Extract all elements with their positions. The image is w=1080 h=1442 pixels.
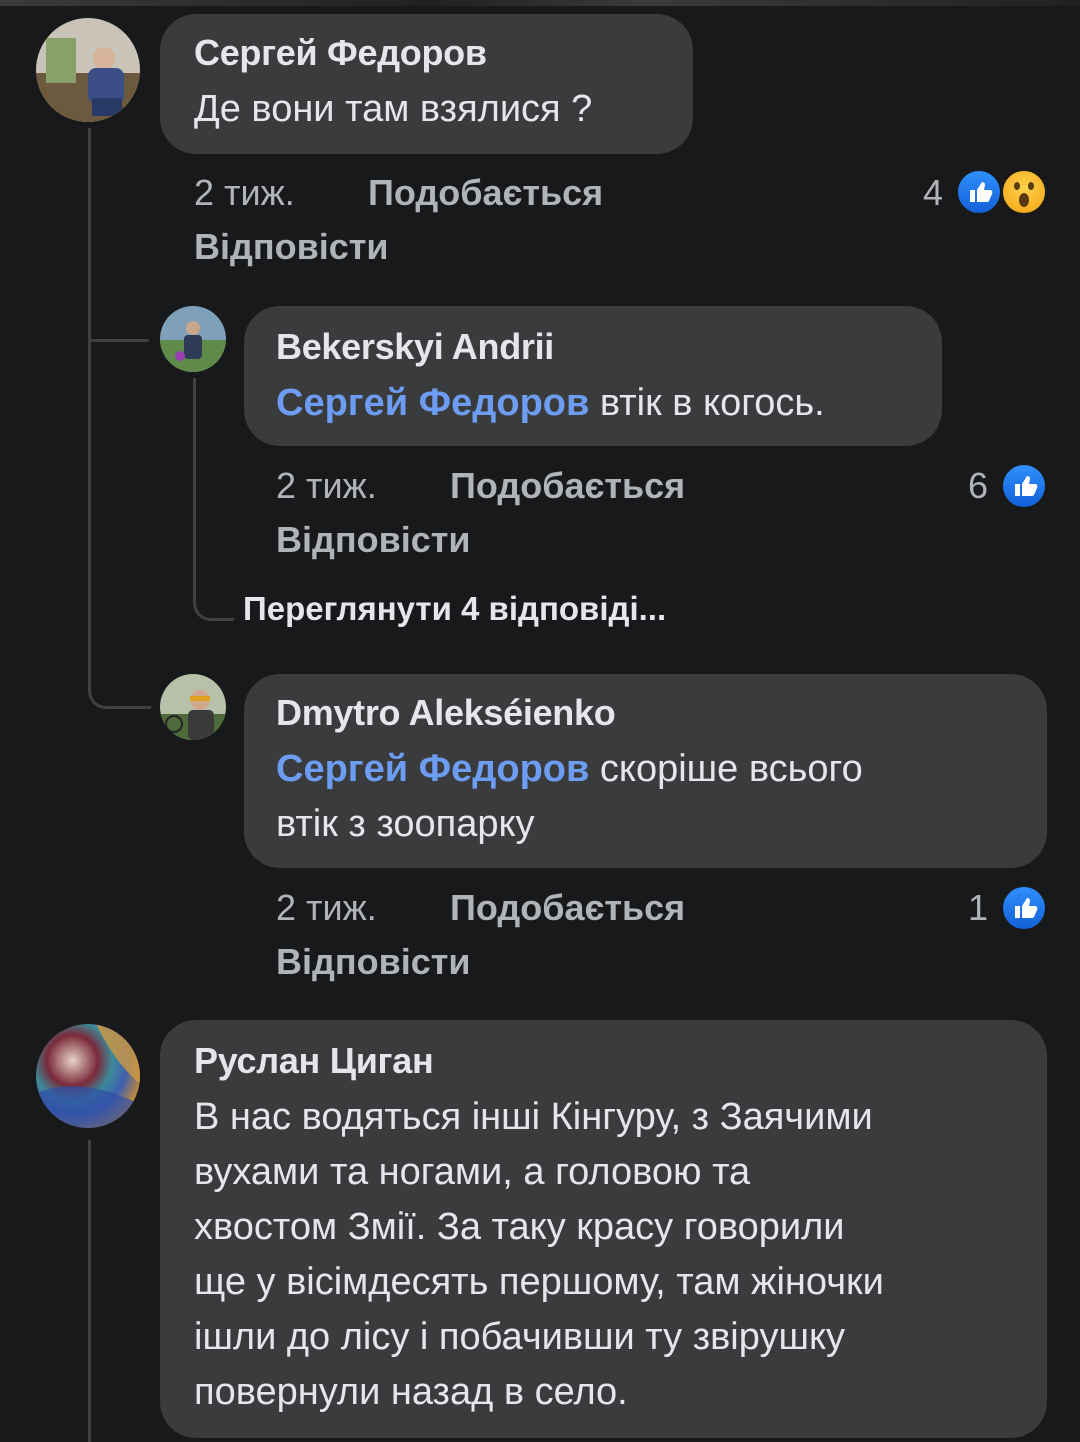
comment-time[interactable]: 2 тиж.	[276, 887, 377, 929]
thread-line-last	[88, 1140, 91, 1442]
comment-author[interactable]: Руслан Циган	[194, 1040, 434, 1082]
comment-text-line: повернули назад в село.	[194, 1371, 628, 1413]
comment-text: Сергей Федоров скоріше всього	[276, 742, 863, 797]
like-button[interactable]: Подобається	[450, 887, 685, 929]
comment-time[interactable]: 2 тиж.	[194, 172, 295, 214]
reply-button[interactable]: Відповісти	[276, 519, 471, 561]
avatar[interactable]	[160, 306, 226, 372]
mention-link[interactable]: Сергей Федоров	[276, 748, 589, 790]
comment-text-body: скоріше всього	[589, 748, 863, 790]
reply-button[interactable]: Відповісти	[276, 941, 471, 983]
avatar[interactable]	[36, 1024, 140, 1128]
like-button[interactable]: Подобається	[450, 465, 685, 507]
avatar[interactable]	[160, 674, 226, 740]
comment-author[interactable]: Dmytro Alekséienko	[276, 692, 616, 734]
comment-text: Де вони там взялися ?	[194, 88, 593, 130]
comment-text-body: втік в когось.	[589, 382, 825, 424]
comment-text-line: хвостом Змії. За таку красу говорили	[194, 1206, 845, 1248]
reply-button[interactable]: Відповісти	[194, 226, 389, 268]
comment-author[interactable]: Bekerskyi Andrii	[276, 326, 554, 368]
view-replies-link[interactable]: Переглянути 4 відповіді...	[243, 590, 666, 628]
like-icon	[955, 168, 1003, 216]
comment-author[interactable]: Сергей Федоров	[194, 32, 487, 74]
comments-page: Сергей Федоров Де вони там взялися ? 2 т…	[0, 0, 1080, 1442]
comment-text: втік з зоопарку	[276, 803, 535, 845]
reaction-count[interactable]: 6	[968, 465, 988, 507]
top-edge-strip	[0, 0, 1080, 6]
comment-text: В нас водяться інші Кінгуру, з Заячими в…	[194, 1090, 884, 1420]
mention-link[interactable]: Сергей Федоров	[276, 382, 589, 424]
reaction-count[interactable]: 4	[923, 172, 943, 214]
avatar-photo	[160, 674, 226, 740]
comment-text-line: вухами та ногами, а головою та	[194, 1151, 751, 1193]
thread-line-replies	[193, 378, 234, 621]
avatar-photo	[36, 18, 140, 122]
comment-text-line: ішли до лісу і побачивши ту звірушку	[194, 1316, 845, 1358]
comment-text-line: В нас водяться інші Кінгуру, з Заячими	[194, 1096, 873, 1138]
like-button[interactable]: Подобається	[368, 172, 603, 214]
avatar[interactable]	[36, 18, 140, 122]
wow-icon	[1000, 168, 1048, 216]
avatar-photo	[160, 306, 226, 372]
thread-line-main	[88, 128, 151, 709]
comment-time[interactable]: 2 тиж.	[276, 465, 377, 507]
comment-text-line: ще у вісімдесять першому, там жіночки	[194, 1261, 884, 1303]
reaction-count[interactable]: 1	[968, 887, 988, 929]
comment-text: Сергей Федоров втік в когось.	[276, 376, 825, 431]
like-icon	[1000, 462, 1048, 510]
avatar-photo	[36, 1024, 140, 1128]
like-icon	[1000, 884, 1048, 932]
thread-line-branch-1	[91, 339, 149, 342]
